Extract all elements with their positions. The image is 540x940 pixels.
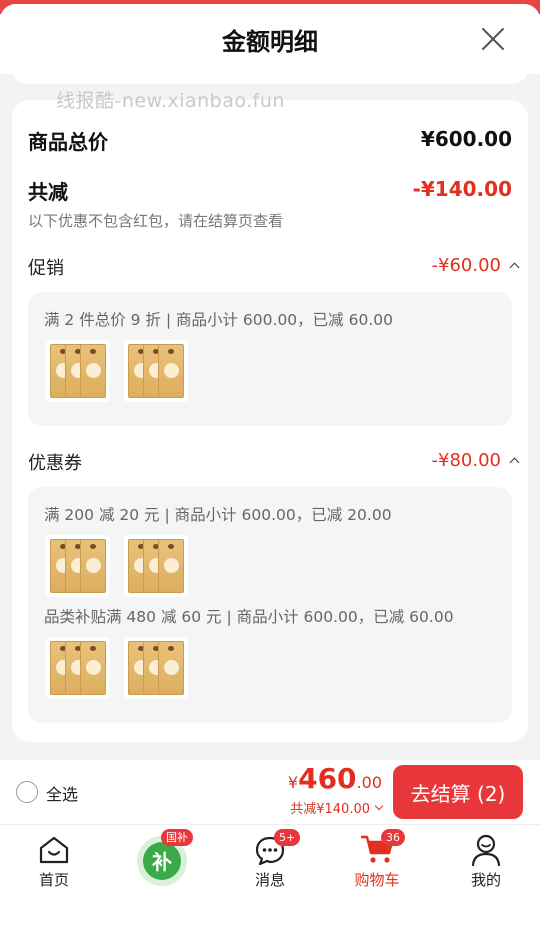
- messages-badge: 5+: [274, 829, 301, 846]
- checkout-button[interactable]: 去结算 (2): [393, 765, 523, 819]
- sheet-title: 金额明细: [222, 28, 318, 56]
- discount-value: -¥140.00: [412, 177, 512, 201]
- subsidy-glyph: 补: [152, 850, 172, 874]
- coupon-box: 满 200 减 20 元 | 商品小计 600.00，已减 20.00 品类补贴…: [28, 487, 512, 723]
- promotion-toggle[interactable]: -¥60.00: [432, 255, 522, 276]
- total-decimal: .00: [356, 773, 382, 792]
- sheet-header: 金额明细: [0, 4, 540, 74]
- promotion-rule: 满 2 件总价 9 折 | 商品小计 600.00，已减 60.00: [44, 311, 393, 329]
- tab-home-label: 首页: [38, 871, 69, 889]
- home-icon: [39, 836, 69, 864]
- tab-home[interactable]: 首页: [14, 825, 94, 905]
- goods-total-label: 商品总价: [28, 130, 108, 154]
- watermark-text: 线报酷-new.xianbao.fun: [56, 90, 285, 112]
- close-button[interactable]: [480, 26, 506, 52]
- total-integer: 460: [298, 762, 357, 795]
- chevron-up-icon: [509, 262, 520, 273]
- amount-detail-sheet: 金额明细 商品总价 ¥600.00 共减 -¥140.00 以下优惠不包含红包，…: [0, 4, 540, 760]
- tab-bar: 首页 补 国补 5+ 消息 36 购物车 我的: [0, 824, 540, 940]
- product-thumbnail[interactable]: [124, 340, 188, 402]
- tab-mine-label: 我的: [470, 871, 501, 889]
- subsidy-badge: 国补: [161, 829, 193, 846]
- coupon-label: 优惠券: [28, 453, 82, 474]
- discount-summary-toggle[interactable]: 共减¥140.00: [290, 798, 384, 817]
- checkout-bar: 全选 ¥460.00 共减¥140.00 去结算 (2): [0, 760, 540, 824]
- coupon-rule-1: 满 200 减 20 元 | 商品小计 600.00，已减 20.00: [44, 506, 392, 524]
- tab-messages-label: 消息: [254, 871, 285, 889]
- promotion-box: 满 2 件总价 9 折 | 商品小计 600.00，已减 60.00: [28, 292, 512, 426]
- select-all-label[interactable]: 全选: [46, 781, 78, 805]
- tab-messages[interactable]: 5+ 消息: [230, 825, 310, 905]
- previous-card-edge: [12, 68, 528, 84]
- discount-label: 共减: [28, 180, 68, 204]
- user-icon: [471, 834, 501, 867]
- discount-summary: 共减¥140.00: [290, 802, 370, 817]
- promotion-label: 促销: [28, 258, 64, 279]
- product-thumbnail[interactable]: [46, 535, 110, 597]
- tab-cart-label: 购物车: [354, 871, 400, 889]
- coupon-rule-2: 品类补贴满 480 减 60 元 | 商品小计 600.00，已减 60.00: [44, 608, 454, 626]
- product-thumbnail[interactable]: [124, 637, 188, 699]
- tab-subsidy[interactable]: 补 国补: [121, 825, 201, 905]
- amount-detail-card: 商品总价 ¥600.00 共减 -¥140.00 以下优惠不包含红包，请在结算页…: [12, 100, 528, 742]
- product-thumbnail[interactable]: [46, 637, 110, 699]
- promotion-amount: -¥60.00: [431, 255, 501, 276]
- product-thumbnail[interactable]: [124, 535, 188, 597]
- currency-symbol: ¥: [287, 773, 299, 792]
- select-all-radio[interactable]: [16, 781, 38, 803]
- cart-badge: 36: [381, 829, 405, 846]
- total-price: ¥460.00: [288, 762, 382, 795]
- product-thumbnail[interactable]: [46, 340, 110, 402]
- goods-total-value: ¥600.00: [420, 127, 512, 151]
- coupon-amount: -¥80.00: [431, 450, 501, 471]
- chevron-up-icon: [509, 457, 520, 468]
- chevron-down-icon: [374, 801, 384, 811]
- discount-note: 以下优惠不包含红包，请在结算页查看: [28, 212, 284, 230]
- tab-mine[interactable]: 我的: [446, 825, 526, 905]
- coupon-toggle[interactable]: -¥80.00: [432, 450, 522, 471]
- tab-cart[interactable]: 36 购物车: [337, 825, 417, 905]
